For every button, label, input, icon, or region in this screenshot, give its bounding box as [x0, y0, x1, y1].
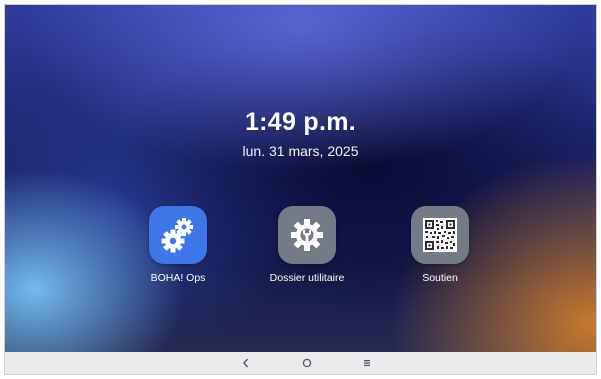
clock-date: lun. 31 mars, 2025: [242, 143, 359, 159]
app-label-soutien: Soutien: [422, 272, 458, 284]
app-label-dossier-utilitaire: Dossier utilitaire: [269, 272, 345, 284]
device-screen: 1:49 p.m. lun. 31 mars, 2025 BOHA! Ops D…: [4, 4, 597, 375]
wrench-gear-icon[interactable]: [278, 206, 336, 264]
navigation-bar: [5, 352, 596, 374]
qr-code-icon[interactable]: [411, 206, 469, 264]
circle-home-icon: [302, 358, 312, 368]
home-wallpaper: 1:49 p.m. lun. 31 mars, 2025 BOHA! Ops D…: [5, 5, 596, 352]
app-dossier-utilitaire[interactable]: Dossier utilitaire: [247, 206, 367, 284]
back-button[interactable]: [234, 355, 258, 371]
clock-time: 1:49 p.m.: [244, 108, 357, 136]
app-label-boha-ops: BOHA! Ops: [150, 272, 206, 284]
chevron-left-icon: [243, 358, 249, 368]
gears-icon[interactable]: [149, 206, 207, 264]
menu-lines-icon: [364, 360, 370, 367]
home-button[interactable]: [295, 355, 319, 371]
app-soutien[interactable]: Soutien: [380, 206, 500, 284]
recents-button[interactable]: [355, 355, 379, 371]
app-boha-ops[interactable]: BOHA! Ops: [118, 206, 238, 284]
